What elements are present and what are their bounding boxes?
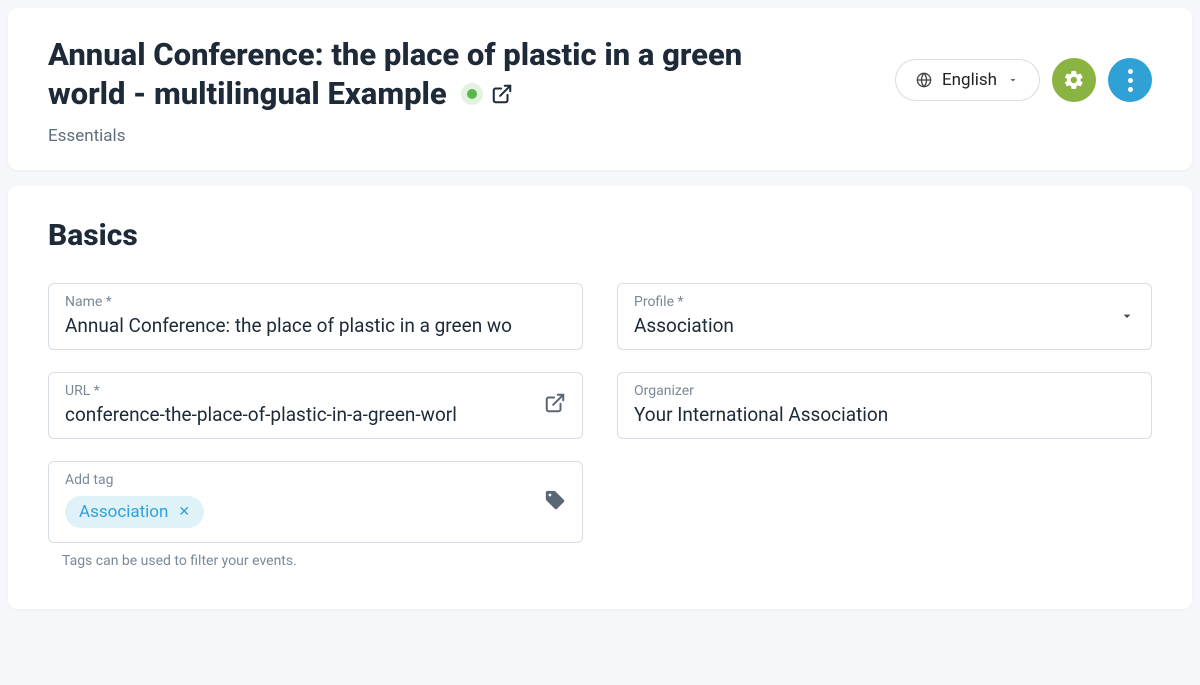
organizer-field[interactable]: Organizer	[617, 372, 1152, 439]
language-label: English	[942, 70, 997, 90]
section-title: Basics	[48, 218, 1152, 253]
header-left: Annual Conference: the place of plastic …	[48, 36, 828, 146]
name-label: Name *	[65, 294, 566, 310]
tag-icon[interactable]	[544, 489, 566, 515]
header-card: Annual Conference: the place of plastic …	[8, 8, 1192, 170]
subheading: Essentials	[48, 126, 828, 146]
header-right: English	[895, 36, 1152, 102]
page-title-line2-text: world - multilingual Example	[48, 75, 447, 114]
globe-icon	[916, 72, 932, 88]
tags-label: Add tag	[65, 472, 566, 488]
close-icon[interactable]: ✕	[178, 504, 190, 520]
tag-chip-label: Association	[79, 502, 168, 522]
caret-down-icon	[1007, 74, 1019, 86]
url-label: URL *	[65, 383, 566, 399]
page-title: Annual Conference: the place of plastic …	[48, 36, 828, 114]
settings-button[interactable]	[1052, 58, 1096, 102]
open-external-icon[interactable]	[491, 83, 513, 105]
main-card: Basics Name * Profile * Association URL …	[8, 186, 1192, 609]
language-select[interactable]: English	[895, 59, 1040, 101]
name-input[interactable]	[65, 314, 566, 337]
tags-field[interactable]: Add tag Association ✕	[48, 461, 583, 543]
page-title-line2: world - multilingual Example	[48, 75, 828, 114]
page-title-line1: Annual Conference: the place of plastic …	[48, 36, 828, 75]
organizer-label: Organizer	[634, 383, 1135, 399]
status-dot-icon	[467, 89, 477, 99]
more-button[interactable]	[1108, 58, 1152, 102]
profile-field[interactable]: Profile * Association	[617, 283, 1152, 350]
form-grid: Name * Profile * Association URL * Organ…	[48, 283, 1152, 569]
tag-chip[interactable]: Association ✕	[65, 496, 204, 528]
open-external-icon[interactable]	[544, 392, 566, 418]
profile-value: Association	[634, 314, 1135, 337]
url-field[interactable]: URL *	[48, 372, 583, 439]
tags-wrap: Add tag Association ✕ Tags can be used t…	[48, 461, 583, 569]
url-input[interactable]	[65, 403, 530, 426]
more-vertical-icon	[1128, 69, 1133, 92]
tags-helper: Tags can be used to filter your events.	[48, 553, 583, 569]
caret-down-icon	[1119, 308, 1135, 324]
organizer-input[interactable]	[634, 403, 1135, 426]
gear-icon	[1063, 69, 1085, 91]
name-field[interactable]: Name *	[48, 283, 583, 350]
profile-label: Profile *	[634, 294, 1135, 310]
